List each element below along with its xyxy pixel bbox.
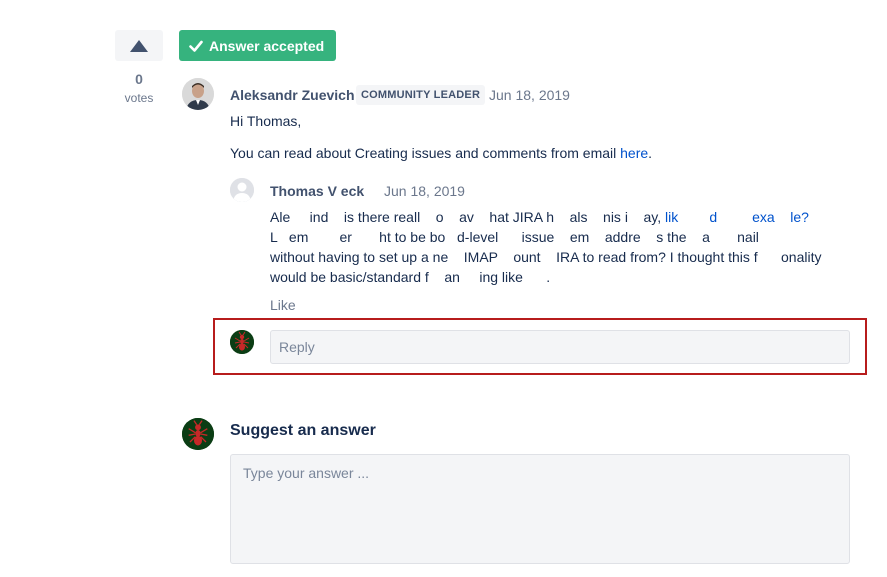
comment-date[interactable]: Jun 18, 2019 — [384, 183, 465, 199]
comment-line-1-text: Ale ind is there reall o av hat JIRA h a… — [270, 209, 666, 225]
vote-label: votes — [124, 91, 154, 105]
default-user-icon — [230, 178, 254, 202]
answer-here-link[interactable]: here — [620, 145, 648, 161]
answer-accepted-label: Answer accepted — [209, 37, 325, 54]
comment-example-link[interactable]: lik d exa le? — [665, 209, 809, 225]
answer-textarea[interactable] — [230, 454, 850, 564]
vote-count: 0 — [135, 71, 143, 87]
like-button[interactable]: Like — [270, 297, 296, 313]
comment-line-2: L em er ht to be bo d-level issue em add… — [270, 229, 759, 245]
answer-author-name[interactable]: Aleksandr Zuevich — [230, 87, 355, 103]
ant-icon — [182, 418, 214, 450]
answer-text: You can read about Creating issues and c… — [230, 143, 652, 163]
comment-line-4-text: would be basic/standard f an ing like — [270, 269, 527, 285]
answer-greeting: Hi Thomas, — [230, 113, 302, 129]
upvote-button[interactable] — [115, 30, 163, 61]
author-avatar[interactable] — [182, 78, 214, 110]
comment-author-avatar[interactable] — [230, 178, 254, 202]
comment-line-3: without having to set up a ne IMAP ount … — [270, 249, 822, 265]
current-user-avatar — [230, 330, 254, 354]
answer-text-suffix: . — [648, 145, 653, 161]
comment-author-name[interactable]: Thomas V eck — [270, 183, 364, 199]
comment-line-4-link[interactable] — [527, 269, 546, 285]
community-leader-badge: COMMUNITY LEADER — [356, 85, 486, 105]
suggest-answer-title: Suggest an answer — [230, 422, 376, 439]
checkmark-icon — [189, 40, 203, 52]
comment-line-4: would be basic/standard f an ing like . — [270, 267, 550, 287]
answer-text-prefix: You can read about Creating issues and c… — [230, 145, 621, 161]
upvote-arrow-icon — [130, 39, 148, 52]
ant-icon — [230, 330, 254, 354]
answer-accepted-badge: Answer accepted — [179, 30, 337, 61]
reply-input[interactable] — [270, 330, 850, 364]
comment-line-1: Ale ind is there reall o av hat JIRA h a… — [270, 207, 809, 227]
suggest-user-avatar — [182, 418, 214, 450]
answer-date[interactable]: Jun 18, 2019 — [489, 87, 570, 103]
comment-line-4-suffix: . — [546, 269, 551, 285]
